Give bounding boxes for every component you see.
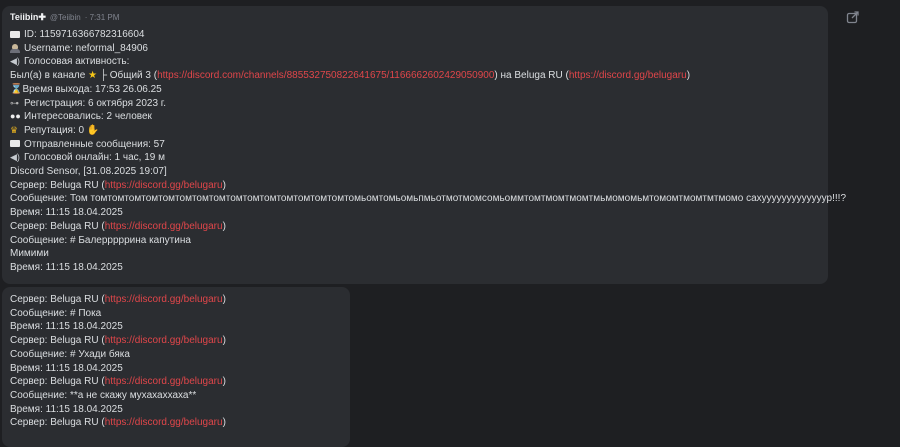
envelope-icon <box>10 140 20 148</box>
server-line: Сервер: Beluga RU (https://discord.gg/be… <box>10 220 226 232</box>
server-line: Сервер: Beluga RU (https://discord.gg/be… <box>10 179 226 191</box>
time-line: Время: 11:15 18.04.2025 <box>10 207 123 219</box>
message-line: Сообщение: # Ухади бяка <box>10 348 130 360</box>
server-link[interactable]: https://discord.gg/belugaru <box>105 335 223 346</box>
time-line: Время: 11:15 18.04.2025 <box>10 261 123 273</box>
server-link[interactable]: https://discord.gg/belugaru <box>569 70 687 81</box>
message-timestamp: · 7:31 PM <box>84 13 120 22</box>
thumbs-up-icon: ✋ <box>86 124 100 136</box>
server-line: Сервер: Beluga RU (https://discord.gg/be… <box>10 294 226 305</box>
channel-link[interactable]: https://discord.com/channels/88553275082… <box>157 70 494 81</box>
time-line: Время: 11:15 18.04.2025 <box>10 321 123 333</box>
new-window-icon[interactable] <box>846 10 860 24</box>
server-link[interactable]: https://discord.gg/belugaru <box>105 376 223 387</box>
reputation-line: ♛ Репутация: 0 ✋ <box>10 124 100 136</box>
id-line: ID: 1159716366782316604 <box>10 28 820 42</box>
server-line: Сервер: Beluga RU (https://discord.gg/be… <box>10 417 226 429</box>
message-line: Сообщение: **а не скажу мухахаххаха** <box>10 389 197 401</box>
server-line: Сервер: Beluga RU (https://discord.gg/be… <box>10 335 226 347</box>
server-link[interactable]: https://discord.gg/belugaru <box>105 294 223 305</box>
speaker-icon: ◀) <box>10 56 20 67</box>
username-line: Username: neformal_84906 <box>10 42 820 56</box>
bust-icon <box>10 43 20 53</box>
speaker-icon: ◀) <box>10 152 20 163</box>
message-line: Мимими <box>10 248 49 260</box>
envelope-icon <box>10 30 20 38</box>
server-line: Сервер: Beluga RU (https://discord.gg/be… <box>10 376 226 388</box>
message-bubble: Teiibin✚ @Teiibin · 7:31 PM ID: 11597163… <box>2 6 847 284</box>
key-icon: ⊶ <box>10 97 19 108</box>
message-line: Сообщение: # Пока <box>10 307 102 319</box>
server-link[interactable]: https://discord.gg/belugaru <box>105 221 223 232</box>
server-link[interactable]: https://discord.gg/belugaru <box>105 180 223 191</box>
message-line: Сообщение: # Балерррррина капутина <box>10 234 191 246</box>
sensor-line: Discord Sensor, [31.08.2025 19:07] <box>10 166 167 178</box>
interested-line: ●● Интересовались: 2 человек <box>10 111 152 123</box>
message-line: Сообщение: Том томтомтомтомтомтомтомтомт… <box>10 193 847 205</box>
server-link[interactable]: https://discord.gg/belugaru <box>105 417 223 428</box>
voice-activity-line: ◀) Голосовая активность: <box>10 56 130 68</box>
message-bubble: Сервер: Beluga RU (https://discord.gg/be… <box>2 287 350 447</box>
time-line: Время: 11:15 18.04.2025 <box>10 403 123 415</box>
trophy-icon: ♛ <box>10 124 19 135</box>
sent-messages-line: Отправленные сообщения: 57 <box>10 138 820 152</box>
message-header: Teiibin✚ @Teiibin · 7:31 PM <box>10 12 820 26</box>
eyes-icon: ●● <box>10 111 21 122</box>
author-name[interactable]: Teiibin✚ <box>10 12 46 23</box>
channel-line: Был(а) в канале ★ ├ Общий 3 (https://dis… <box>10 70 691 82</box>
star-icon: ★ <box>88 70 98 82</box>
time-line: Время: 11:15 18.04.2025 <box>10 362 123 374</box>
registration-line: ⊶ Регистрация: 6 октября 2023 г. <box>10 97 166 109</box>
voice-online-line: ◀) Голосовой онлайн: 1 час, 19 м <box>10 152 165 164</box>
hourglass-icon: ⌛ <box>10 83 23 95</box>
author-handle: @Teiibin <box>49 13 81 22</box>
exit-time-line: ⌛Время выхода: 17:53 26.06.25 <box>10 83 162 95</box>
